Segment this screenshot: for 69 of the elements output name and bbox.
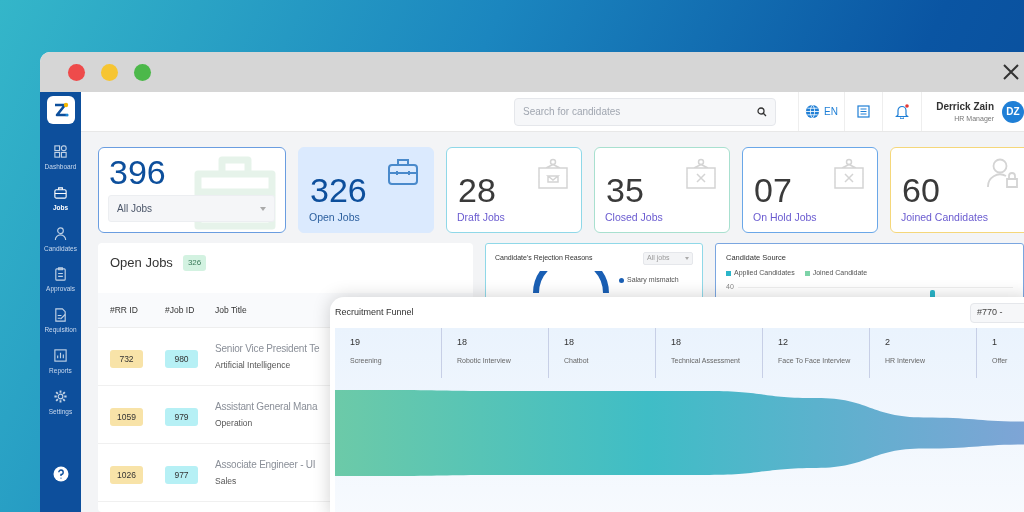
hanging-sign-icon xyxy=(537,158,569,190)
rr-id-tag: 1059 xyxy=(110,407,143,426)
bell-icon[interactable] xyxy=(894,104,909,119)
job-department: Artificial Intelligence xyxy=(215,359,292,372)
stat-value: 396 xyxy=(109,155,166,189)
person-icon[interactable] xyxy=(53,225,68,241)
hanging-sign-icon xyxy=(685,158,717,190)
panel-title: Open Jobs xyxy=(110,254,173,273)
job-title[interactable]: Senior Vice President Te xyxy=(215,341,320,357)
stage-count: 18 xyxy=(671,336,682,349)
help-icon[interactable] xyxy=(52,466,69,483)
count-tag: 326 xyxy=(182,255,207,271)
gear-icon[interactable] xyxy=(53,388,68,404)
job-department: Operation xyxy=(215,417,254,430)
stat-value: 35 xyxy=(606,173,644,207)
stat-value: 07 xyxy=(754,173,792,207)
stage-count: 2 xyxy=(885,336,891,349)
user-name: Derrick Zain xyxy=(936,99,994,114)
stat-value: 60 xyxy=(902,173,940,207)
caret-icon xyxy=(685,257,689,260)
column-header: #RR ID xyxy=(110,303,139,317)
stat-card[interactable]: 396 All Jobs xyxy=(98,147,286,233)
job-id-tag: 979 xyxy=(165,407,198,426)
list-icon[interactable] xyxy=(856,105,870,118)
stat-value: 326 xyxy=(310,173,367,207)
clipboard-icon[interactable] xyxy=(53,266,68,282)
grid-icon[interactable] xyxy=(53,144,68,159)
app-logo xyxy=(46,96,75,124)
hanging-sign-icon xyxy=(833,158,865,190)
stat-label: Draft Jobs xyxy=(457,210,505,225)
job-department: Sales xyxy=(215,475,238,488)
stat-label: Joined Candidates xyxy=(901,210,988,225)
column-header: Job Title xyxy=(215,303,247,317)
stat-card[interactable]: 35 Closed Jobs xyxy=(594,147,730,233)
stat-label: Closed Jobs xyxy=(605,210,663,225)
bar-chart-icon[interactable] xyxy=(53,347,68,363)
job-id-tag: 980 xyxy=(165,349,198,368)
close-icon[interactable] xyxy=(1002,63,1020,81)
stage-count: 1 xyxy=(992,336,998,349)
stat-card[interactable]: 326 Open Jobs xyxy=(298,147,434,233)
stage-count: 18 xyxy=(564,336,575,349)
filter-dropdown[interactable]: #770 - xyxy=(970,302,1024,323)
stat-card[interactable]: 60 Joined Candidates xyxy=(890,147,1024,233)
user-lock-icon xyxy=(987,157,1019,189)
stage-count: 12 xyxy=(778,336,789,349)
user-avatar[interactable]: DZ xyxy=(1002,100,1024,123)
stat-label: On Hold Jobs xyxy=(753,210,817,225)
stat-value: 28 xyxy=(458,173,496,207)
stat-card[interactable]: 07 On Hold Jobs xyxy=(742,147,878,233)
job-id-tag: 977 xyxy=(165,465,198,484)
rr-id-tag: 1026 xyxy=(110,465,143,484)
search-icon xyxy=(757,106,767,117)
stat-label: Open Jobs xyxy=(309,210,360,225)
column-header: #Job ID xyxy=(165,303,196,317)
rr-id-tag: 732 xyxy=(110,349,143,368)
stage-count: 19 xyxy=(350,336,361,349)
briefcase-icon xyxy=(387,158,419,186)
stage-count: 18 xyxy=(457,336,468,349)
caret-icon xyxy=(260,206,266,211)
job-title[interactable]: Associate Engineer - UI xyxy=(215,457,316,473)
briefcase-icon[interactable] xyxy=(53,184,68,200)
globe-icon[interactable] xyxy=(805,104,820,119)
search-field[interactable]: Search for candidates xyxy=(514,97,776,126)
document-pen-icon[interactable] xyxy=(53,307,68,322)
language-selector[interactable]: EN xyxy=(824,104,838,119)
panel-title: Recruitment Funnel xyxy=(335,305,414,319)
stat-card[interactable]: 28 Draft Jobs xyxy=(446,147,582,233)
jobs-dropdown[interactable]: All Jobs xyxy=(108,195,275,222)
job-title[interactable]: Assistant General Mana xyxy=(215,399,318,415)
